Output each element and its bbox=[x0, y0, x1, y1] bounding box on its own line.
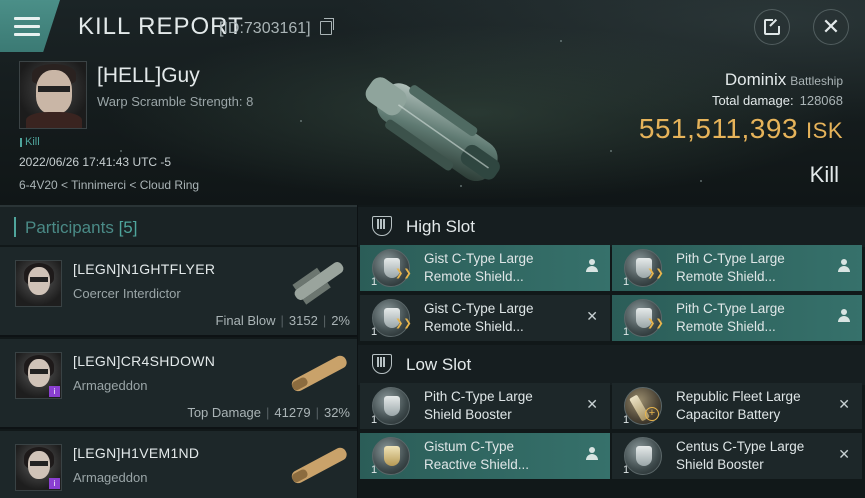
low-slot-icon bbox=[372, 354, 392, 374]
pilot-icon bbox=[838, 259, 850, 273]
avatar: i bbox=[15, 352, 62, 399]
shield-booster-icon: ❯❯ bbox=[372, 299, 412, 337]
title-bar: KILL REPORT [ID:7303161] ✕ bbox=[0, 0, 865, 52]
participant-name: [LEGN]H1VEM1ND bbox=[73, 445, 200, 461]
pilot-icon bbox=[586, 259, 598, 273]
copy-icon[interactable] bbox=[320, 18, 334, 35]
participant-row[interactable]: [LEGN]N1GHTFLYER Coercer Interdictor Fin… bbox=[0, 247, 357, 337]
participant-row[interactable]: i [LEGN]CR4SHDOWN Armageddon Top Damage |… bbox=[0, 339, 357, 429]
victim-ship-class: Battleship bbox=[790, 74, 843, 88]
shield-booster-icon bbox=[372, 437, 410, 475]
menu-button[interactable] bbox=[0, 0, 60, 52]
participant-stat: Final Blow | 3152 | 2% bbox=[215, 313, 350, 328]
participant-ship: Armageddon bbox=[73, 378, 148, 393]
participant-stat: Top Damage | 41279 | 32% bbox=[187, 405, 350, 420]
fitting-panel: High Slot ❯❯ 1 Gist C-Type Large Remote S… bbox=[358, 205, 865, 498]
module-item[interactable]: ❯❯ 1 Pith C-Type Large Remote Shield... bbox=[612, 245, 862, 291]
shield-booster-icon bbox=[624, 437, 662, 475]
close-button[interactable]: ✕ bbox=[813, 9, 849, 45]
participant-ship-icon bbox=[292, 261, 344, 305]
pilot-icon bbox=[586, 447, 598, 461]
kill-location[interactable]: 6-4V20 < Tinnimerci < Cloud Ring bbox=[19, 178, 199, 192]
participant-ship: Coercer Interdictor bbox=[73, 286, 181, 301]
kill-tag: Kill bbox=[20, 136, 40, 148]
badge-icon: i bbox=[49, 386, 60, 397]
destroyed-icon: ✕ bbox=[838, 446, 850, 462]
avatar: i bbox=[15, 444, 62, 491]
destroyed-icon: ✕ bbox=[586, 396, 598, 412]
victim-ship-name[interactable]: Dominix Battleship bbox=[725, 70, 843, 90]
participants-header[interactable]: Participants [5] bbox=[0, 205, 357, 245]
close-icon: ✕ bbox=[821, 14, 841, 39]
pilot-icon bbox=[838, 309, 850, 323]
module-item[interactable]: 1 Pith C-Type Large Shield Booster ✕ bbox=[360, 383, 610, 429]
module-item[interactable]: + 1 Republic Fleet Large Capacitor Batter… bbox=[612, 383, 862, 429]
low-slot-header: Low Slot bbox=[358, 345, 865, 385]
module-item[interactable]: ❯❯ 1 Pith C-Type Large Remote Shield... bbox=[612, 295, 862, 341]
kill-datetime: 2022/06/26 17:41:43 UTC -5 bbox=[19, 155, 172, 169]
participant-ship-icon bbox=[291, 447, 347, 484]
report-id: [ID:7303161] bbox=[219, 20, 311, 37]
victim-subtitle: Warp Scramble Strength: 8 bbox=[97, 94, 254, 109]
total-damage: Total damage: 128068 bbox=[711, 93, 843, 108]
participant-ship: Armageddon bbox=[73, 470, 148, 485]
high-slot-icon bbox=[372, 216, 392, 236]
victim-name[interactable]: [HELL]Guy bbox=[97, 64, 200, 88]
participants-panel: Participants [5] [LEGN]N1GHTFLYER Coerce… bbox=[0, 205, 357, 498]
shield-booster-icon: ❯❯ bbox=[624, 249, 664, 287]
shield-booster-icon: ❯❯ bbox=[624, 299, 664, 337]
participants-count: [5] bbox=[118, 218, 138, 237]
isk-value: 551,511,393 ISK bbox=[638, 113, 843, 144]
share-button[interactable] bbox=[754, 9, 790, 45]
kill-result: Kill bbox=[809, 162, 839, 187]
high-slot-header: High Slot bbox=[358, 207, 865, 247]
module-item[interactable]: 1 Gistum C-Type Reactive Shield... bbox=[360, 433, 610, 479]
victim-portrait[interactable] bbox=[19, 61, 87, 129]
destroyed-icon: ✕ bbox=[838, 396, 850, 412]
badge-icon: i bbox=[49, 478, 60, 489]
module-item[interactable]: ❯❯ 1 Gist C-Type Large Remote Shield... ✕ bbox=[360, 295, 610, 341]
shield-booster-icon: ❯❯ bbox=[372, 249, 412, 287]
destroyed-icon: ✕ bbox=[586, 308, 598, 324]
share-icon bbox=[764, 18, 781, 35]
avatar bbox=[15, 260, 62, 307]
menu-icon bbox=[14, 16, 40, 36]
participant-ship-icon bbox=[291, 355, 347, 392]
capacitor-battery-icon: + bbox=[624, 387, 662, 425]
victim-ship-image[interactable] bbox=[348, 64, 518, 204]
module-item[interactable]: ❯❯ 1 Gist C-Type Large Remote Shield... bbox=[360, 245, 610, 291]
shield-booster-icon bbox=[372, 387, 410, 425]
participant-row[interactable]: i [LEGN]H1VEM1ND Armageddon bbox=[0, 431, 357, 498]
participant-name: [LEGN]CR4SHDOWN bbox=[73, 353, 216, 369]
participant-name: [LEGN]N1GHTFLYER bbox=[73, 261, 216, 277]
module-item[interactable]: 1 Centus C-Type Large Shield Booster ✕ bbox=[612, 433, 862, 479]
